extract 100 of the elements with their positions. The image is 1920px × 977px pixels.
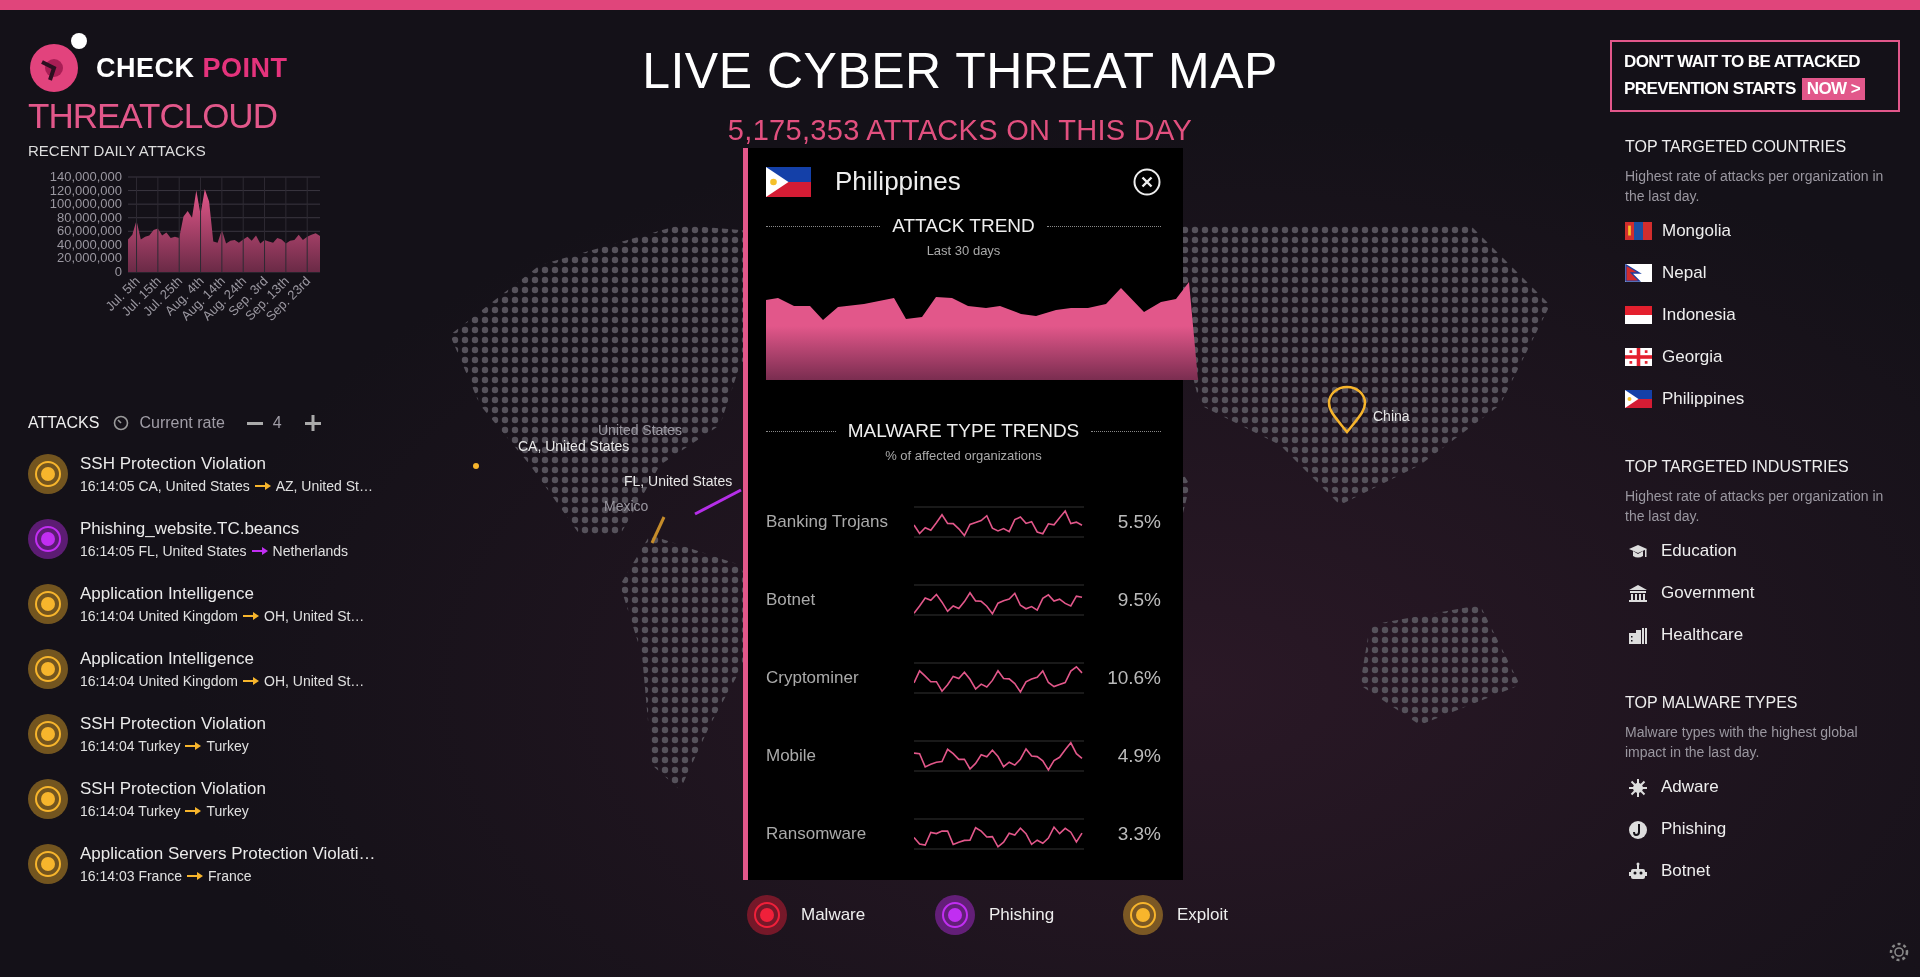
y-tick-label: 120,000,000 bbox=[49, 182, 122, 198]
list-item[interactable]: Nepal bbox=[1662, 263, 1707, 283]
attack-name: Application Servers Protection Violati… bbox=[80, 844, 376, 864]
decrease-button[interactable] bbox=[246, 421, 263, 425]
section-title: ATTACKS bbox=[28, 414, 100, 432]
attack-target: Netherlands bbox=[272, 543, 349, 559]
map-label: Mexico bbox=[604, 498, 649, 514]
bank-icon bbox=[1628, 583, 1648, 603]
y-tick-label: 0 bbox=[114, 264, 122, 279]
attack-name: SSH Protection Violation bbox=[80, 779, 266, 799]
arrow-icon bbox=[243, 677, 259, 685]
attack-origin: 16:14:05 FL, United States bbox=[80, 543, 247, 559]
y-tick-label: 60,000,000 bbox=[56, 223, 122, 239]
map-label: United States bbox=[598, 422, 683, 438]
attack-target: AZ, United St… bbox=[275, 478, 373, 494]
attack-arc bbox=[648, 515, 668, 545]
y-tick-label: 140,000,000 bbox=[49, 169, 122, 184]
country-name: Philippines bbox=[835, 166, 962, 197]
attack-origin: 16:14:04 United Kingdom bbox=[80, 673, 238, 689]
list-item[interactable]: Adware bbox=[1661, 777, 1719, 797]
banner-text: DON'T WAIT TO BE ATTACKED bbox=[1624, 52, 1861, 72]
close-icon bbox=[1133, 167, 1161, 196]
section-description: Malware types with the highest global impact in the last day. bbox=[1625, 723, 1859, 762]
increase-button[interactable] bbox=[303, 414, 322, 432]
legend-label: Exploit bbox=[1177, 905, 1229, 925]
arrow-icon bbox=[251, 547, 268, 555]
attack-name: Application Intelligence bbox=[80, 649, 255, 669]
list-item[interactable]: Philippines bbox=[1662, 389, 1745, 409]
section-description: Highest rate of attacks per organization in the last day. bbox=[1625, 167, 1885, 206]
robot-icon bbox=[1628, 861, 1648, 881]
malware-name: Mobile bbox=[766, 746, 818, 766]
section-title: RECENT DAILY ATTACKS bbox=[28, 142, 207, 159]
settings-icon[interactable] bbox=[1888, 941, 1910, 963]
malware-percent: 10.6% bbox=[1106, 667, 1161, 689]
plus-icon bbox=[303, 414, 322, 432]
list-item[interactable]: Georgia bbox=[1662, 347, 1723, 367]
attack-name: SSH Protection Violation bbox=[80, 714, 266, 734]
attack-target: OH, United St… bbox=[264, 673, 365, 689]
flag-icon bbox=[1625, 264, 1652, 282]
list-item[interactable]: Indonesia bbox=[1662, 305, 1736, 325]
map-label: China bbox=[1373, 408, 1410, 424]
malware-name: Cryptominer bbox=[766, 668, 860, 688]
list-item[interactable]: Botnet bbox=[1661, 861, 1711, 881]
section-title: TOP TARGETED INDUSTRIES bbox=[1625, 458, 1850, 476]
attack-origin: 16:14:04 Turkey bbox=[80, 803, 181, 819]
attack-name: SSH Protection Violation bbox=[80, 454, 267, 474]
banner-text: PREVENTION STARTS bbox=[1624, 79, 1796, 99]
page-title: LIVE CYBER THREAT MAP bbox=[642, 43, 1278, 99]
attack-origin: 16:14:04 United Kingdom bbox=[80, 608, 238, 624]
legend-label: Phishing bbox=[989, 905, 1055, 925]
panel-heading: ATTACK TREND bbox=[892, 215, 1035, 237]
now-link[interactable]: NOW > bbox=[1801, 78, 1865, 100]
minus-icon bbox=[246, 421, 263, 425]
list-item[interactable]: Government bbox=[1661, 583, 1755, 603]
malware-percent: 4.9% bbox=[1116, 745, 1161, 767]
close-button[interactable] bbox=[1133, 167, 1161, 196]
attack-name: Application Intelligence bbox=[80, 584, 255, 604]
map-label: CA, United States bbox=[518, 438, 630, 454]
attack-origin: 16:14:04 Turkey bbox=[80, 738, 181, 754]
product-name: THREATCLOUD bbox=[28, 96, 278, 136]
list-item[interactable]: Phishing bbox=[1661, 819, 1727, 839]
legend-label: Malware bbox=[801, 905, 866, 925]
malware-name: Banking Trojans bbox=[766, 512, 889, 532]
promo-banner[interactable]: DON'T WAIT TO BE ATTACKED PREVENTION STARTS NOW > bbox=[1610, 40, 1900, 112]
gauge-icon bbox=[113, 415, 130, 431]
map-label: FL, United States bbox=[624, 473, 733, 489]
arrow-icon bbox=[186, 872, 203, 880]
attack-origin: 16:14:05 CA, United States bbox=[80, 478, 250, 494]
attack-name: Phishing_website.TC.beancs bbox=[80, 519, 301, 539]
panel-heading: MALWARE TYPE TRENDS bbox=[847, 420, 1080, 442]
y-tick-label: 100,000,000 bbox=[49, 196, 122, 212]
malware-percent: 5.5% bbox=[1116, 511, 1161, 533]
attack-point bbox=[472, 462, 480, 470]
attack-target: OH, United St… bbox=[264, 608, 365, 624]
brand-name: CHECK POINT bbox=[96, 53, 288, 85]
panel-subtitle: % of affected organizations bbox=[884, 448, 1043, 463]
panel-subtitle: Last 30 days bbox=[925, 243, 1002, 258]
flag-icon bbox=[1625, 306, 1652, 324]
malware-name: Ransomware bbox=[766, 824, 868, 844]
list-item[interactable]: Healthcare bbox=[1661, 625, 1744, 645]
section-title: TOP MALWARE TYPES bbox=[1625, 694, 1799, 712]
malware-percent: 3.3% bbox=[1116, 823, 1161, 845]
buildings-icon bbox=[1628, 625, 1648, 645]
list-item[interactable]: Education bbox=[1661, 541, 1737, 561]
flag-icon bbox=[1625, 348, 1652, 366]
flag-icon bbox=[1625, 390, 1652, 408]
arrow-icon bbox=[243, 612, 259, 620]
attack-target: Turkey bbox=[206, 803, 249, 819]
location-pin-icon bbox=[1325, 385, 1369, 435]
attack-origin: 16:14:03 France bbox=[80, 868, 182, 884]
arrow-icon bbox=[254, 482, 271, 490]
y-tick-label: 40,000,000 bbox=[56, 236, 122, 252]
section-description: Highest rate of attacks per organization in the last day. bbox=[1625, 487, 1885, 526]
list-item[interactable]: Mongolia bbox=[1662, 221, 1731, 241]
flag-icon bbox=[1625, 222, 1652, 240]
rate-value: 4 bbox=[272, 414, 282, 432]
malware-name: Botnet bbox=[766, 590, 817, 610]
rate-label: Current rate bbox=[139, 414, 225, 432]
attack-count: 5,175,353 ATTACKS ON THIS DAY bbox=[727, 114, 1193, 147]
flag-icon bbox=[766, 166, 811, 197]
